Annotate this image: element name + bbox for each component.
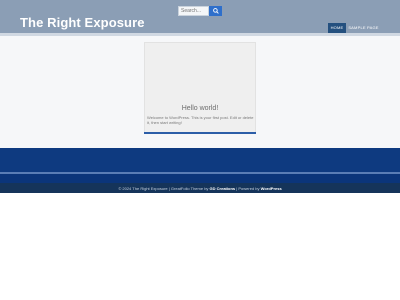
footer-theme-author-link[interactable]: GD Creations <box>210 186 236 191</box>
main-nav: HOME SAMPLE PAGE <box>328 23 381 33</box>
search-input[interactable] <box>178 6 209 16</box>
footer-copyright: © 2024 The Right Exposure | GreatFolio T… <box>118 185 209 191</box>
site-footer: © 2024 The Right Exposure | GreatFolio T… <box>0 183 400 193</box>
post-excerpt: Welcome to WordPress. This is your first… <box>147 115 254 125</box>
footer-platform-link[interactable]: WordPress <box>261 186 282 191</box>
post-title[interactable]: Hello world! <box>145 105 255 112</box>
post-card-accent <box>144 132 256 134</box>
site-title[interactable]: The Right Exposure <box>20 15 145 30</box>
nav-item-sample-page[interactable]: SAMPLE PAGE <box>346 23 381 33</box>
search-icon <box>212 8 219 14</box>
post-card: Hello world! Welcome to WordPress. This … <box>144 42 256 134</box>
footer-powered-prefix: | Powered by <box>236 185 260 191</box>
nav-item-home[interactable]: HOME <box>328 23 346 33</box>
search-form <box>178 6 222 16</box>
search-button[interactable] <box>209 6 222 16</box>
footer-widget-band <box>0 148 400 172</box>
top-header-bar: The Right Exposure HOME SAMPLE PAGE <box>0 0 400 33</box>
footer-widget-band-lower <box>0 174 400 183</box>
